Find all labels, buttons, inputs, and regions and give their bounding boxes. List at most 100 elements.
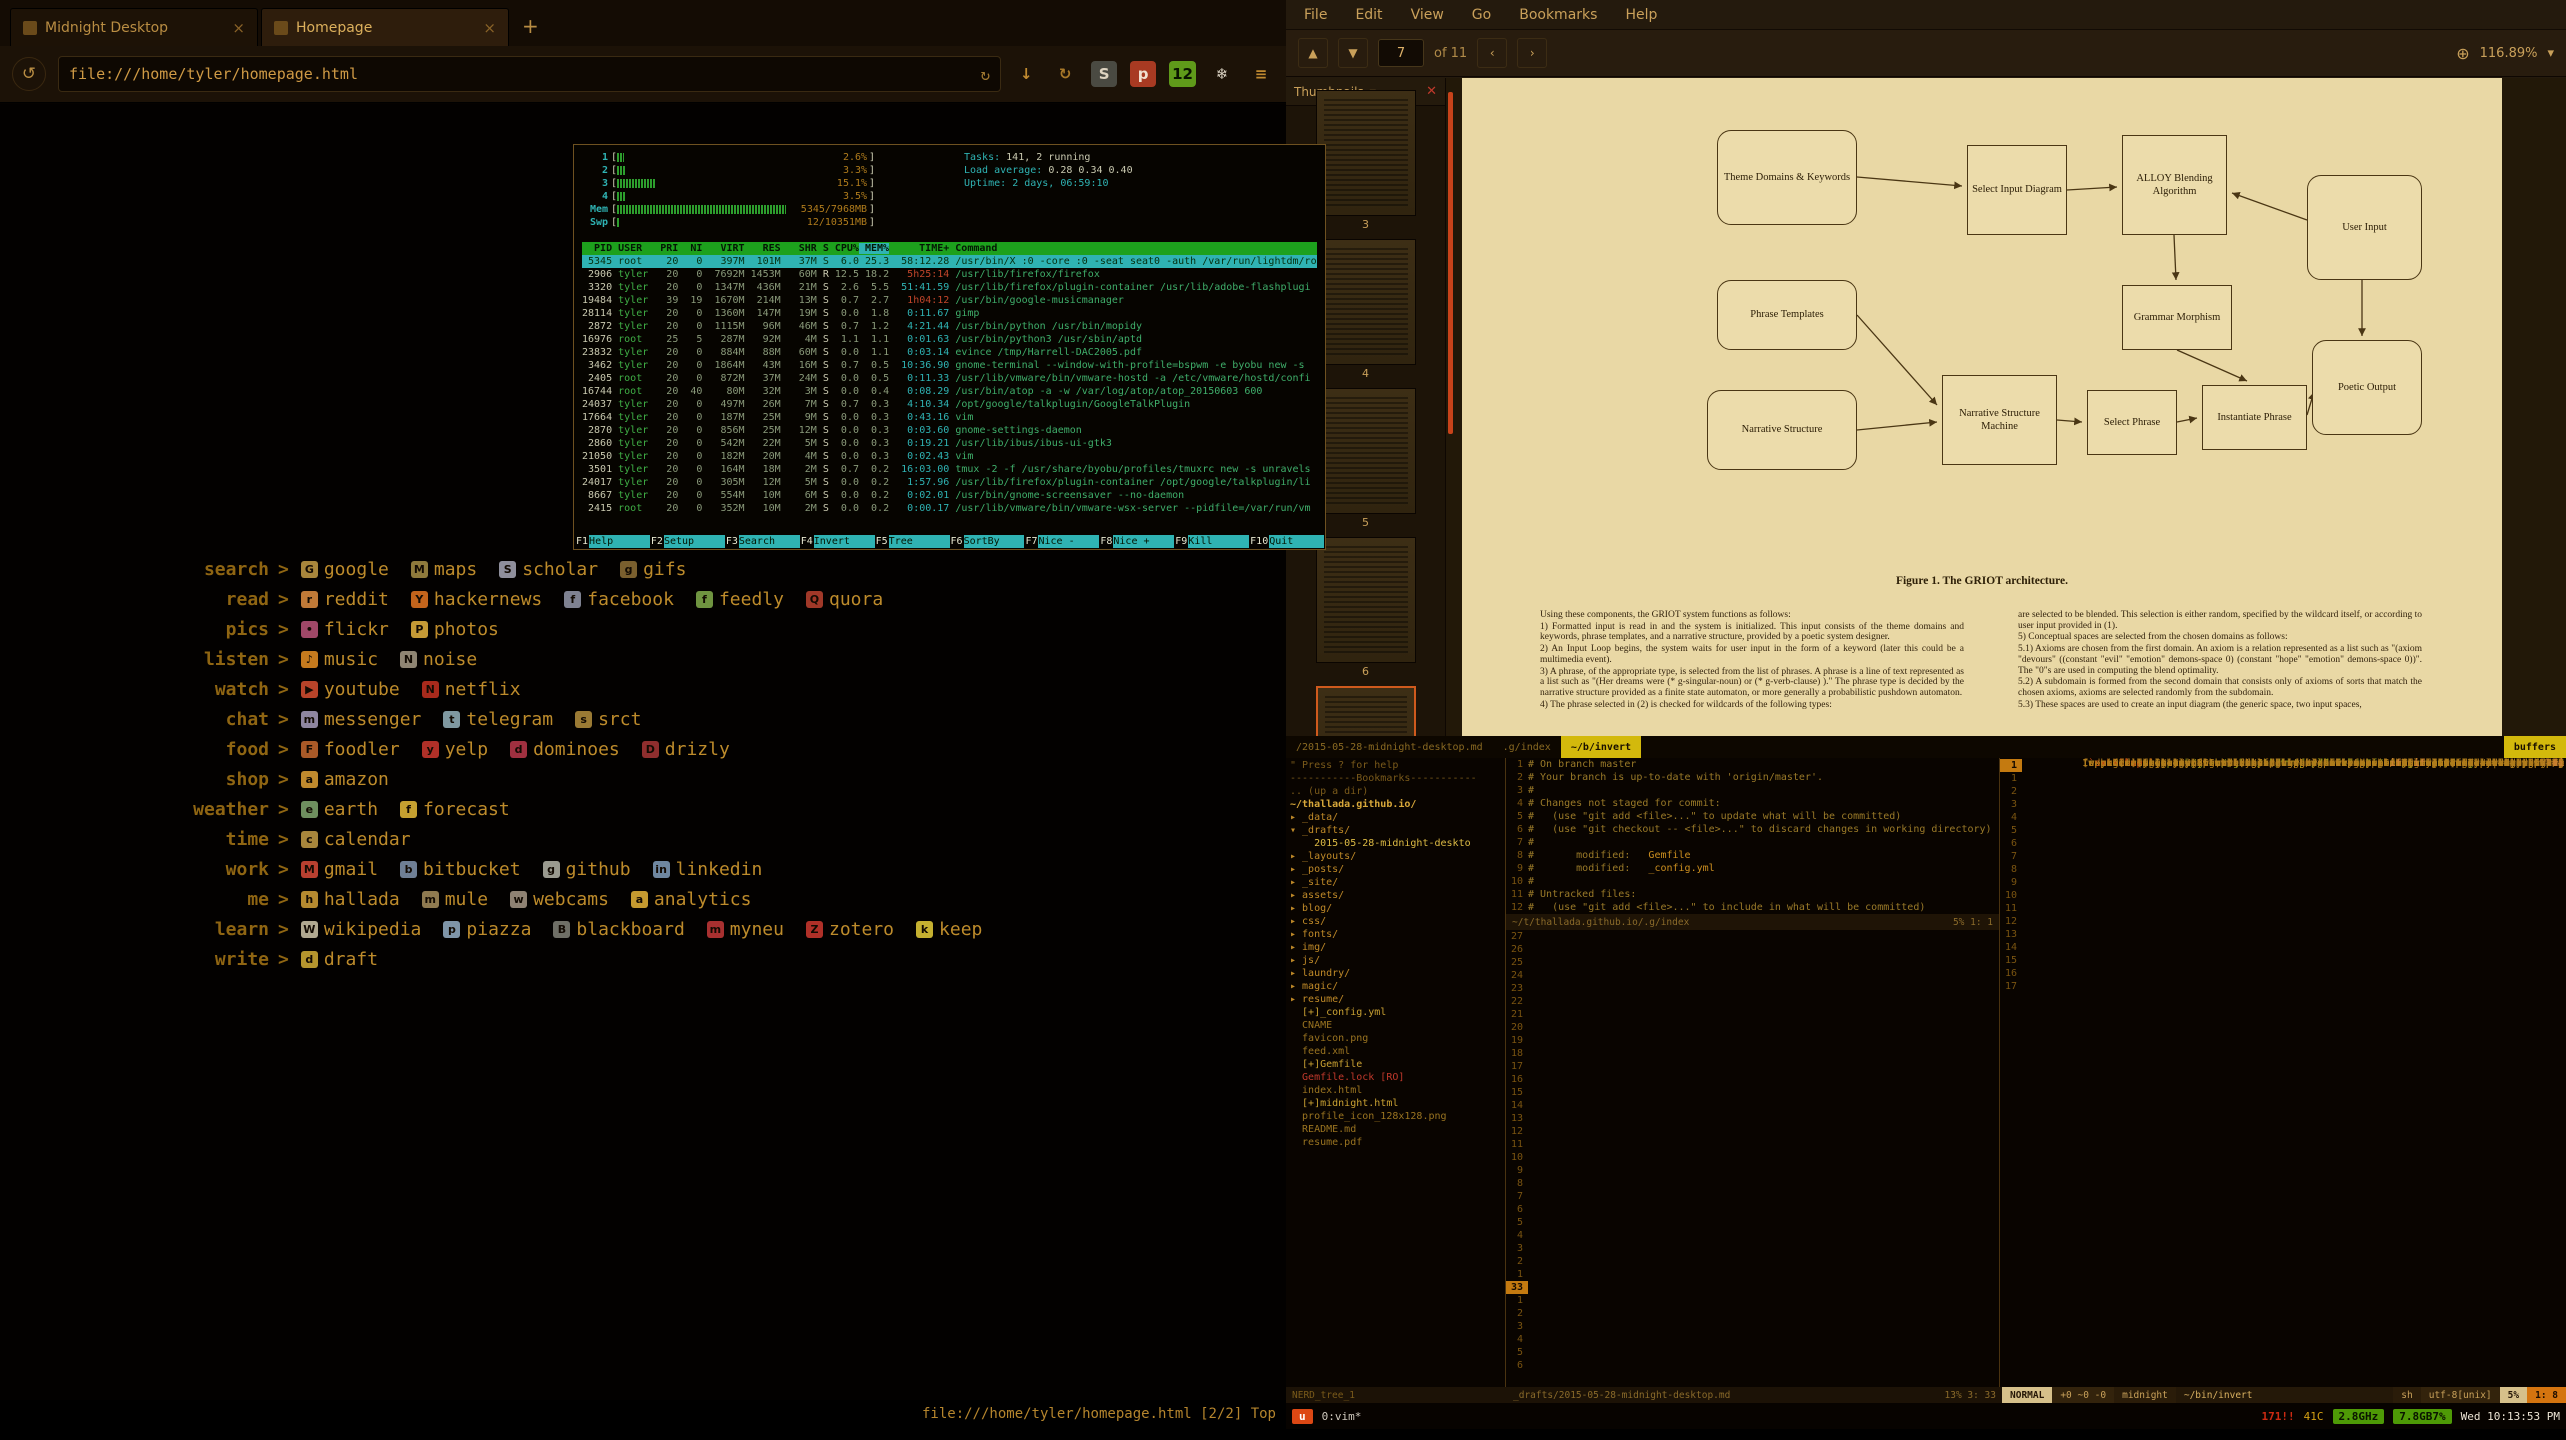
menu-bookmarks[interactable]: Bookmarks xyxy=(1519,7,1597,23)
tree-item[interactable]: ▸ _data/ xyxy=(1290,811,1501,824)
tree-item[interactable]: [+]midnight.html xyxy=(1290,1097,1501,1110)
tab-homepage[interactable]: Homepage × xyxy=(261,8,509,46)
tree-item[interactable]: [+]_config.yml xyxy=(1290,1006,1501,1019)
link-quora[interactable]: Qquora xyxy=(806,589,883,610)
tab-close-icon[interactable]: × xyxy=(483,19,496,37)
link-keep[interactable]: kkeep xyxy=(916,919,982,940)
tree-item[interactable]: Gemfile.lock [RO] xyxy=(1290,1071,1501,1084)
thumbnail-page-7[interactable] xyxy=(1316,686,1416,736)
menu-go[interactable]: Go xyxy=(1472,7,1491,23)
thumbnail-page-4[interactable] xyxy=(1316,239,1416,365)
tree-item[interactable]: " Press ? for help xyxy=(1290,759,1501,772)
tree-item[interactable]: [+]Gemfile xyxy=(1290,1058,1501,1071)
link-foodler[interactable]: Ffoodler xyxy=(301,739,400,760)
menu-icon[interactable]: ≡ xyxy=(1248,61,1274,87)
link-amazon[interactable]: aamazon xyxy=(301,769,389,790)
link-hallada[interactable]: hhallada xyxy=(301,889,400,910)
link-piazza[interactable]: ppiazza xyxy=(443,919,531,940)
thumbnail-page-3[interactable] xyxy=(1316,90,1416,216)
link-photos[interactable]: Pphotos xyxy=(411,619,499,640)
menu-edit[interactable]: Edit xyxy=(1355,7,1382,23)
download-icon[interactable]: ↓ xyxy=(1013,61,1039,87)
link-zotero[interactable]: Zzotero xyxy=(806,919,894,940)
git-status-pane[interactable]: 1# On branch master2# Your branch is up-… xyxy=(1506,758,1999,914)
tree-item[interactable]: index.html xyxy=(1290,1084,1501,1097)
fkey-f1[interactable]: F1Help xyxy=(575,535,650,548)
link-calendar[interactable]: ccalendar xyxy=(301,829,411,850)
tmux-window-list[interactable]: 0:vim* xyxy=(1322,1410,1362,1423)
thumbnail-page-6[interactable] xyxy=(1316,537,1416,663)
link-scholar[interactable]: Sscholar xyxy=(499,559,598,580)
menu-help[interactable]: Help xyxy=(1625,7,1657,23)
adblock-icon[interactable]: 12 xyxy=(1169,61,1196,87)
buffer-tab[interactable]: .g/index xyxy=(1493,736,1561,758)
tree-item[interactable]: ▾ _drafts/ xyxy=(1290,824,1501,837)
tree-item[interactable]: feed.xml xyxy=(1290,1045,1501,1058)
link-messenger[interactable]: mmessenger xyxy=(301,709,422,730)
tree-item[interactable]: ▸ _layouts/ xyxy=(1290,850,1501,863)
link-yelp[interactable]: yyelp xyxy=(422,739,488,760)
menu-file[interactable]: File xyxy=(1304,7,1327,23)
page-number-input[interactable]: 7 xyxy=(1378,39,1424,67)
page-down-button[interactable]: ▼ xyxy=(1338,38,1368,68)
tree-item[interactable]: ▸ _posts/ xyxy=(1290,863,1501,876)
link-feedly[interactable]: ffeedly xyxy=(696,589,784,610)
fit-page-icon[interactable]: ⊕ xyxy=(2456,44,2469,63)
fkey-f10[interactable]: F10Quit xyxy=(1249,535,1324,548)
tree-item[interactable]: ▸ img/ xyxy=(1290,941,1501,954)
history-forward-button[interactable]: › xyxy=(1517,38,1547,68)
new-tab-button[interactable]: + xyxy=(522,14,539,38)
link-draft[interactable]: ddraft xyxy=(301,949,378,970)
tab-midnight-desktop[interactable]: Midnight Desktop × xyxy=(10,8,258,46)
link-gifs[interactable]: ggifs xyxy=(620,559,686,580)
history-icon[interactable]: ↻ xyxy=(1052,61,1078,87)
link-earth[interactable]: eearth xyxy=(301,799,378,820)
link-gmail[interactable]: Mgmail xyxy=(301,859,378,880)
tree-item[interactable]: CNAME xyxy=(1290,1019,1501,1032)
tab-close-icon[interactable]: × xyxy=(232,19,245,37)
fkey-f3[interactable]: F3Search xyxy=(725,535,800,548)
tree-item[interactable]: .. (up a dir) xyxy=(1290,785,1501,798)
script-pane[interactable]: 1#!/bin/bash1inverted=$(xcalib -a -p | h… xyxy=(2000,758,2566,1387)
link-hackernews[interactable]: Yhackernews xyxy=(411,589,542,610)
link-noise[interactable]: Nnoise xyxy=(400,649,477,670)
link-google[interactable]: Ggoogle xyxy=(301,559,389,580)
tree-item[interactable]: ▸ blog/ xyxy=(1290,902,1501,915)
link-netflix[interactable]: Nnetflix xyxy=(422,679,521,700)
nerdtree-pane[interactable]: " Press ? for help-----------Bookmarks--… xyxy=(1286,758,1506,1387)
back-button[interactable]: ↺ xyxy=(12,57,46,91)
tree-item[interactable]: ▸ _site/ xyxy=(1290,876,1501,889)
buffer-tab[interactable]: ~/b/invert xyxy=(1561,736,1641,758)
fkey-f5[interactable]: F5Tree xyxy=(875,535,950,548)
link-myneu[interactable]: mmyneu xyxy=(707,919,784,940)
noscript-icon[interactable]: S xyxy=(1091,61,1117,87)
link-flickr[interactable]: •flickr xyxy=(301,619,389,640)
tree-item[interactable]: README.md xyxy=(1290,1123,1501,1136)
link-srct[interactable]: ssrct xyxy=(575,709,641,730)
link-facebook[interactable]: ffacebook xyxy=(564,589,674,610)
tree-item[interactable]: ▸ laundry/ xyxy=(1290,967,1501,980)
tree-item[interactable]: favicon.png xyxy=(1290,1032,1501,1045)
tree-item[interactable]: ▸ resume/ xyxy=(1290,993,1501,1006)
link-github[interactable]: ggithub xyxy=(543,859,631,880)
page-up-button[interactable]: ▲ xyxy=(1298,38,1328,68)
link-dominoes[interactable]: ddominoes xyxy=(510,739,620,760)
fkey-f6[interactable]: F6SortBy xyxy=(950,535,1025,548)
tree-item[interactable]: ▸ fonts/ xyxy=(1290,928,1501,941)
history-back-button[interactable]: ‹ xyxy=(1477,38,1507,68)
pepper-icon[interactable]: p xyxy=(1130,61,1156,87)
buffer-tab[interactable]: /2015-05-28-midnight-desktop.md xyxy=(1286,736,1493,758)
link-drizly[interactable]: Ddrizly xyxy=(642,739,730,760)
tree-item[interactable]: ▸ assets/ xyxy=(1290,889,1501,902)
fkey-f9[interactable]: F9Kill xyxy=(1174,535,1249,548)
link-telegram[interactable]: ttelegram xyxy=(443,709,553,730)
tree-item[interactable]: 2015-05-28-midnight-deskto xyxy=(1290,837,1501,850)
menu-view[interactable]: View xyxy=(1411,7,1444,23)
fkey-f4[interactable]: F4Invert xyxy=(800,535,875,548)
link-youtube[interactable]: ▶youtube xyxy=(301,679,400,700)
link-mule[interactable]: mmule xyxy=(422,889,488,910)
zoom-caret-icon[interactable]: ▾ xyxy=(2547,46,2554,61)
tree-item[interactable]: ▸ magic/ xyxy=(1290,980,1501,993)
link-blackboard[interactable]: Bblackboard xyxy=(553,919,684,940)
tree-item[interactable]: profile_icon_128x128.png xyxy=(1290,1110,1501,1123)
